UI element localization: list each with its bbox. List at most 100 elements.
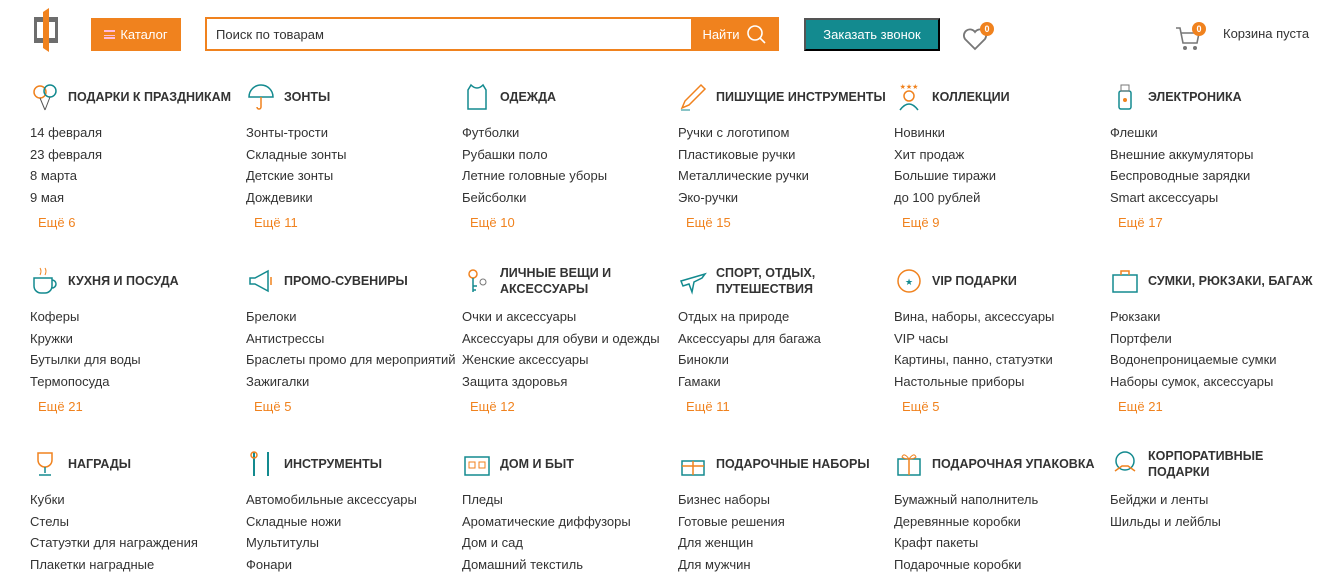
subcategory-link[interactable]: Металлические ручки <box>678 165 894 187</box>
subcategory-link[interactable]: Брелоки <box>246 306 462 328</box>
subcategory-link[interactable]: Зажигалки <box>246 371 462 393</box>
subcategory-link[interactable]: Домашний текстиль <box>462 554 678 576</box>
subcategory-link[interactable]: Браслеты промо для мероприятий <box>246 349 462 371</box>
cart-button[interactable]: 0 <box>1175 22 1207 50</box>
subcategory-link[interactable]: Термопосуда <box>30 371 246 393</box>
show-more-link[interactable]: Ещё 12 <box>470 399 678 414</box>
show-more-link[interactable]: Ещё 5 <box>902 399 1110 414</box>
subcategory-link[interactable]: Бейджи и ленты <box>1110 489 1326 511</box>
subcategory-link[interactable]: Кружки <box>30 328 246 350</box>
show-more-link[interactable]: Ещё 6 <box>38 215 246 230</box>
subcategory-link[interactable]: Дом и сад <box>462 532 678 554</box>
category-heading[interactable]: Подарки к праздникам <box>30 80 246 114</box>
subcategory-link[interactable]: Портфели <box>1110 328 1326 350</box>
category-heading[interactable]: Награды <box>30 447 246 481</box>
catalog-button[interactable]: Каталог <box>91 18 181 51</box>
category-heading[interactable]: Электроника <box>1110 80 1326 114</box>
subcategory-link[interactable]: Рюкзаки <box>1110 306 1326 328</box>
subcategory-link[interactable]: Гамаки <box>678 371 894 393</box>
subcategory-link[interactable]: Складные зонты <box>246 144 462 166</box>
subcategory-link[interactable]: Бутылки для воды <box>30 349 246 371</box>
subcategory-link[interactable]: Антистрессы <box>246 328 462 350</box>
subcategory-link[interactable]: Бейсболки <box>462 187 678 209</box>
category-heading[interactable]: Дом и быт <box>462 447 678 481</box>
category-heading[interactable]: ★ VIP подарки <box>894 264 1110 298</box>
subcategory-link[interactable]: Настольные приборы <box>894 371 1110 393</box>
subcategory-link[interactable]: Наборы сумок, аксессуары <box>1110 371 1326 393</box>
subcategory-link[interactable]: Крафт пакеты <box>894 532 1110 554</box>
subcategory-link[interactable]: Флешки <box>1110 122 1326 144</box>
subcategory-link[interactable]: 14 февраля <box>30 122 246 144</box>
category-heading[interactable]: Подарочная упаковка <box>894 447 1110 481</box>
subcategory-link[interactable]: Летние головные уборы <box>462 165 678 187</box>
subcategory-link[interactable]: Фонари <box>246 554 462 576</box>
subcategory-link[interactable]: Шильды и лейблы <box>1110 511 1326 533</box>
subcategory-link[interactable]: Очки и аксессуары <box>462 306 678 328</box>
category-heading[interactable]: Подарочные наборы <box>678 447 894 481</box>
subcategory-link[interactable]: Автомобильные аксессуары <box>246 489 462 511</box>
category-heading[interactable]: ★★★ Коллекции <box>894 80 1110 114</box>
subcategory-link[interactable]: до 100 рублей <box>894 187 1110 209</box>
subcategory-link[interactable]: Пластиковые ручки <box>678 144 894 166</box>
subcategory-link[interactable]: Складные ножи <box>246 511 462 533</box>
subcategory-link[interactable]: Готовые решения <box>678 511 894 533</box>
subcategory-link[interactable]: Дождевики <box>246 187 462 209</box>
subcategory-link[interactable]: Мультитулы <box>246 532 462 554</box>
subcategory-link[interactable]: Защита здоровья <box>462 371 678 393</box>
category-heading[interactable]: Одежда <box>462 80 678 114</box>
subcategory-link[interactable]: Аксессуары для обуви и одежды <box>462 328 678 350</box>
subcategory-link[interactable]: Новинки <box>894 122 1110 144</box>
subcategory-link[interactable]: Подарочные коробки <box>894 554 1110 576</box>
subcategory-link[interactable]: Ручки с логотипом <box>678 122 894 144</box>
subcategory-link[interactable]: 23 февраля <box>30 144 246 166</box>
subcategory-link[interactable]: Картины, панно, статуэтки <box>894 349 1110 371</box>
category-heading[interactable]: Кухня и посуда <box>30 264 246 298</box>
subcategory-link[interactable]: Стелы <box>30 511 246 533</box>
subcategory-link[interactable]: Плакетки наградные <box>30 554 246 576</box>
category-heading[interactable]: Корпоративные подарки <box>1110 447 1326 481</box>
order-call-button[interactable]: Заказать звонок <box>804 18 940 51</box>
logo[interactable] <box>34 8 58 52</box>
subcategory-link[interactable]: Рубашки поло <box>462 144 678 166</box>
subcategory-link[interactable]: Бумажный наполнитель <box>894 489 1110 511</box>
category-heading[interactable]: Промо-сувениры <box>246 264 462 298</box>
subcategory-link[interactable]: Кубки <box>30 489 246 511</box>
category-heading[interactable]: Личные вещи и аксессуары <box>462 264 678 298</box>
subcategory-link[interactable]: Большие тиражи <box>894 165 1110 187</box>
category-heading[interactable]: Инструменты <box>246 447 462 481</box>
subcategory-link[interactable]: Беспроводные зарядки <box>1110 165 1326 187</box>
subcategory-link[interactable]: Деревянные коробки <box>894 511 1110 533</box>
subcategory-link[interactable]: 9 мая <box>30 187 246 209</box>
subcategory-link[interactable]: Ароматические диффузоры <box>462 511 678 533</box>
show-more-link[interactable]: Ещё 15 <box>686 215 894 230</box>
category-heading[interactable]: Зонты <box>246 80 462 114</box>
show-more-link[interactable]: Ещё 17 <box>1118 215 1326 230</box>
subcategory-link[interactable]: Зонты-трости <box>246 122 462 144</box>
subcategory-link[interactable]: Футболки <box>462 122 678 144</box>
subcategory-link[interactable]: Статуэтки для награждения <box>30 532 246 554</box>
show-more-link[interactable]: Ещё 11 <box>686 399 894 414</box>
search-input[interactable] <box>207 19 691 49</box>
show-more-link[interactable]: Ещё 9 <box>902 215 1110 230</box>
subcategory-link[interactable]: Smart аксессуары <box>1110 187 1326 209</box>
subcategory-link[interactable]: Эко-ручки <box>678 187 894 209</box>
category-heading[interactable]: Сумки, рюкзаки, багаж <box>1110 264 1326 298</box>
category-heading[interactable]: Пишущие инструменты <box>678 80 894 114</box>
show-more-link[interactable]: Ещё 21 <box>1118 399 1326 414</box>
favorites-button[interactable]: 0 <box>962 22 994 51</box>
subcategory-link[interactable]: Хит продаж <box>894 144 1110 166</box>
subcategory-link[interactable]: Для мужчин <box>678 554 894 576</box>
subcategory-link[interactable]: Коферы <box>30 306 246 328</box>
subcategory-link[interactable]: Бизнес наборы <box>678 489 894 511</box>
show-more-link[interactable]: Ещё 11 <box>254 215 462 230</box>
subcategory-link[interactable]: 8 марта <box>30 165 246 187</box>
subcategory-link[interactable]: Пледы <box>462 489 678 511</box>
show-more-link[interactable]: Ещё 10 <box>470 215 678 230</box>
subcategory-link[interactable]: Детские зонты <box>246 165 462 187</box>
search-button[interactable]: Найти <box>691 19 777 49</box>
subcategory-link[interactable]: Водонепроницаемые сумки <box>1110 349 1326 371</box>
subcategory-link[interactable]: Отдых на природе <box>678 306 894 328</box>
cart-status[interactable]: Корзина пуста <box>1223 26 1309 41</box>
subcategory-link[interactable]: Вина, наборы, аксессуары <box>894 306 1110 328</box>
subcategory-link[interactable]: Женские аксессуары <box>462 349 678 371</box>
